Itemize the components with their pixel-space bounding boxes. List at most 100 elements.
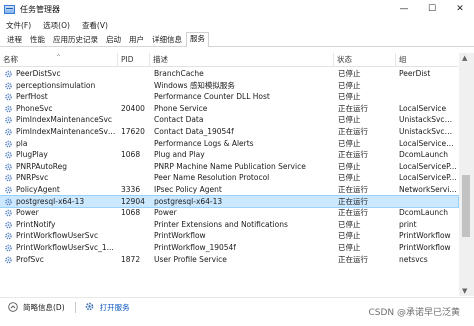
service-status: 正在运行 [338,254,368,264]
service-group: NetworkServic... [399,184,457,194]
gear-icon [4,105,13,113]
services-table: ^ 名称 PID 描述 状态 组 PeerDistSvc BranchCache 已… [0,48,474,296]
tab-processes[interactable]: 进程 [3,33,26,46]
service-status: 已停止 [338,173,361,183]
services-icon [84,301,95,314]
service-group: LocalServiceN... [399,138,457,148]
service-pid [121,172,149,184]
scroll-down-icon[interactable]: ▼ [462,287,467,295]
service-group: DcomLaunch [399,208,448,218]
gear-icon [4,82,13,90]
service-group: UnistackSvcG... [399,126,457,136]
service-group [399,80,457,92]
column-header-description[interactable]: 描述 [150,53,334,67]
service-name: perceptionsimulation [16,80,96,90]
table-row[interactable]: PimIndexMaintenanceSvc Contact Data 已停止 Uni… [0,114,458,126]
tab-startup[interactable]: 启动 [102,33,125,46]
service-description: Contact Data_19054f [154,126,234,136]
service-pid: 1872 [121,254,141,264]
service-pid [121,138,149,150]
table-row[interactable]: PlugPlay 1068 Plug and Play 正在运行 DcomLaunch [0,149,458,161]
menu-file[interactable]: 文件(F) [6,20,31,31]
table-row[interactable]: perceptionsimulation Windows 感知模拟服务 已停止 [0,80,458,92]
brief-info-button[interactable]: 简略信息(D) [8,301,65,314]
service-pid: 17620 [121,126,145,136]
service-description: Performance Counter DLL Host [154,92,270,102]
gear-icon [4,116,13,124]
service-status: 已停止 [338,80,361,90]
column-header-name[interactable]: 名称 [0,53,118,67]
service-pid [121,161,149,173]
service-group: LocalServiceP... [399,161,457,171]
service-pid: 12904 [121,196,145,206]
table-row[interactable]: PrintWorkflowUserSvc_1... PrintWorkflow_1… [0,242,458,254]
menu-bar: 文件(F) 选项(O) 查看(V) [0,18,474,32]
gear-icon [4,186,13,194]
scrollbar-thumb[interactable] [462,175,470,237]
open-services-link[interactable]: 打开服务 [84,301,130,314]
tab-performance[interactable]: 性能 [26,33,49,46]
column-header-status[interactable]: 状态 [334,53,396,67]
menu-view[interactable]: 查看(V) [82,20,108,31]
service-group: LocalService [399,103,447,113]
service-status: 正在运行 [338,184,368,194]
tab-services[interactable]: 服务 [186,32,209,47]
table-row[interactable]: PeerDistSvc BranchCache 已停止 PeerDist [0,68,458,80]
gear-icon [4,128,13,136]
service-group: PeerDist [399,69,431,78]
service-group: PrintWorkflow [399,242,451,252]
gear-icon [4,198,13,206]
service-description: PrintWorkflow_19054f [154,242,236,252]
table-row[interactable]: PolicyAgent 3336 IPsec Policy Agent 正在运行 Net… [0,184,458,196]
service-pid [121,242,149,254]
table-row[interactable]: postgresql-x64-13 12904 postgresql-x64-13 正… [0,194,459,209]
vertical-scrollbar[interactable]: ▲ ▼ [459,53,474,296]
service-status: 已停止 [338,115,361,125]
close-button[interactable]: ✕ [446,0,474,18]
table-row[interactable]: PNRPAutoReg PNRP Machine Name Publication… [0,161,458,173]
table-row[interactable]: PNRPsvc Peer Name Resolution Protocol 已停止 L… [0,172,458,184]
service-group: print [399,219,417,229]
table-row[interactable]: PhoneSvc 20400 Phone Service 正在运行 LocalServi… [0,103,458,115]
service-pid [121,91,149,103]
service-status: 已停止 [338,69,361,78]
minimize-button[interactable]: — [390,0,418,18]
gear-icon [4,151,13,159]
service-group: DcomLaunch [399,150,448,160]
table-row[interactable]: PerfHost Performance Counter DLL Host 已停止 [0,91,458,103]
service-description: Contact Data [154,115,204,125]
service-group: UnistackSvcG... [399,115,457,125]
menu-options[interactable]: 选项(O) [43,20,70,31]
service-name: PhoneSvc [16,103,53,113]
table-row[interactable]: pla Performance Logs & Alerts 已停止 LocalServ… [0,138,458,150]
tab-app-history[interactable]: 应用历史记录 [49,33,102,46]
tab-users[interactable]: 用户 [125,33,148,46]
column-header-group[interactable]: 组 [396,53,458,67]
table-row[interactable]: PimIndexMaintenanceSvc... 17620 Contact Da… [0,126,458,138]
table-body: PeerDistSvc BranchCache 已停止 PeerDist percept… [0,68,459,266]
maximize-button[interactable]: ☐ [418,0,446,18]
service-status: 已停止 [338,231,361,241]
service-name: PimIndexMaintenanceSvc... [16,126,116,136]
service-name: Power [16,208,39,218]
service-description: Peer Name Resolution Protocol [154,173,270,183]
service-name: PolicyAgent [16,184,60,194]
column-header-pid[interactable]: PID [118,53,150,67]
service-name: PlugPlay [16,150,48,160]
service-pid: 1068 [121,150,141,160]
table-row[interactable]: PrintNotify Printer Extensions and Notifi… [0,219,458,231]
table-row[interactable]: ProfSvc 1872 User Profile Service 正在运行 netsv… [0,254,458,266]
scroll-up-icon[interactable]: ▲ [462,54,467,62]
open-services-label: 打开服务 [99,303,130,312]
table-row[interactable]: Power 1068 Power 正在运行 DcomLaunch [0,207,458,219]
tab-details[interactable]: 详细信息 [148,33,186,46]
window-title: 任务管理器 [20,4,60,14]
service-description: Printer Extensions and Notifications [154,219,288,229]
service-status: 已停止 [338,242,361,252]
service-name: PrintWorkflowUserSvc_1... [16,242,114,252]
service-description: PrintWorkflow [154,231,206,241]
gear-icon [4,244,13,252]
service-description: IPsec Policy Agent [154,184,222,194]
table-row[interactable]: PrintWorkflowUserSvc PrintWorkflow 已停止 Prin… [0,230,458,242]
gear-icon [4,221,13,229]
